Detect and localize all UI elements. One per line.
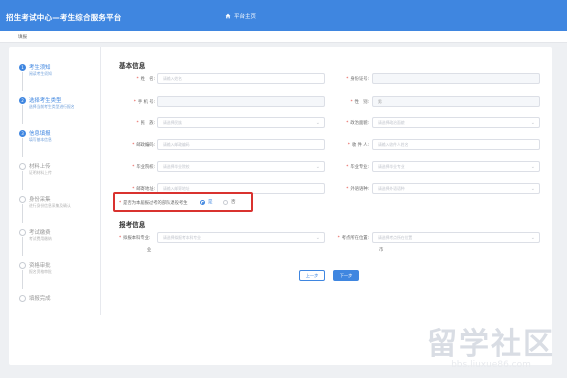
chevron-down-icon: ⌄	[530, 164, 535, 170]
home-icon	[225, 13, 231, 19]
main-panel: 1 考生须知 阅读考生须知 2 选择考生类型 选择当前考生类型进行报名 3 信息…	[9, 47, 552, 365]
exam-major-placeholder: 请选择拟报考本科专业	[163, 235, 201, 240]
postcode-label: * 邮政编码:	[132, 143, 155, 148]
postcode-input[interactable]: 请输入邮政编码	[157, 139, 325, 150]
step-desc: 阅读考生须知	[29, 71, 52, 76]
phone-input	[157, 96, 325, 107]
retired-no-label[interactable]: 否	[231, 199, 236, 205]
chevron-down-icon: ⌄	[315, 120, 320, 126]
step-dot	[19, 163, 26, 170]
app-title: 招生考试中心—考生综合服务平台	[6, 13, 122, 22]
chevron-down-icon: ⌄	[315, 164, 320, 170]
step-title: 考生须知	[29, 65, 51, 71]
step-title: 材料上传	[29, 164, 51, 170]
school-select[interactable]: 请选择毕业院校 ⌄	[157, 161, 325, 172]
retired-no-radio[interactable]	[223, 200, 228, 205]
chevron-down-icon: ⌄	[315, 235, 320, 241]
watermark-logo: 留学社区 bbs.liuxue86.com	[427, 327, 555, 371]
chevron-down-icon: ⌄	[530, 186, 535, 192]
top-bar: 招生考试中心—考生综合服务平台 平台主页	[0, 0, 567, 31]
prev-step-button[interactable]: 上一步	[299, 270, 325, 281]
step-title: 考试缴费	[29, 230, 51, 236]
step-connector	[22, 237, 23, 256]
step-dot	[19, 229, 26, 236]
major-label: * 毕业专业:	[346, 165, 369, 170]
language-placeholder: 请选择外语语种	[378, 186, 405, 191]
step-desc: 考试费用缴纳	[29, 236, 52, 241]
step-desc: 进行身份信息采集及确认	[29, 203, 71, 208]
politics-placeholder: 请选择政治面貌	[378, 120, 405, 125]
step-title: 资格审批	[29, 263, 51, 269]
step-dot	[19, 196, 26, 203]
home-link-label: 平台主页	[234, 14, 257, 20]
step-title: 填报完成	[29, 296, 51, 302]
step-sidebar: 1 考生须知 阅读考生须知 2 选择考生类型 选择当前考生类型进行报名 3 信息…	[9, 47, 101, 315]
exam-info-title: 报考信息	[119, 221, 146, 229]
exam-site-label: * 考点所在位置:	[337, 236, 369, 241]
id-number-label: * 身份证号:	[346, 77, 369, 82]
exam-site-placeholder: 请选择考点所在位置	[378, 235, 413, 240]
breadcrumb-current: 填报	[18, 35, 27, 40]
step-connector	[22, 171, 23, 190]
school-label: * 毕业院校:	[132, 165, 155, 170]
exam-major-suffix: 业	[147, 248, 152, 253]
step-desc: 选择当前考生类型进行报名	[29, 104, 75, 109]
step-dot	[19, 262, 26, 269]
id-number-input	[372, 73, 540, 84]
recipient-label: * 收 件 人:	[347, 143, 369, 148]
politics-label: * 政治面貌:	[346, 121, 369, 126]
exam-site-suffix: 市	[379, 248, 384, 253]
retired-yes-radio[interactable]	[200, 200, 205, 205]
breadcrumb: 填报	[0, 31, 567, 43]
step-connector	[22, 270, 23, 289]
retired-question: * 是否为本届报过考的部队退役考生	[119, 201, 188, 206]
step-title: 身份采集	[29, 197, 51, 203]
step-dot	[19, 295, 26, 302]
school-placeholder: 请选择毕业院校	[163, 164, 190, 169]
watermark-text: 留学社区	[427, 327, 555, 362]
exam-site-select[interactable]: 请选择考点所在位置 ⌄	[372, 232, 540, 243]
exam-major-select[interactable]: 请选择拟报考本科专业 ⌄	[157, 232, 325, 243]
gender-label: * 性 别:	[350, 100, 370, 105]
step-connector	[22, 138, 23, 157]
phone-label: * 手 机 号:	[133, 100, 155, 105]
step-number: 1	[21, 65, 24, 70]
ethnicity-select[interactable]: 请选择民族 ⌄	[157, 117, 325, 128]
major-select[interactable]: 请选择毕业专业 ⌄	[372, 161, 540, 172]
exam-major-label: * 拟报本科专业:	[119, 236, 151, 241]
gender-input: 男	[372, 96, 540, 107]
next-step-button[interactable]: 下一步	[333, 270, 359, 281]
step-number: 3	[21, 131, 24, 136]
ethnicity-placeholder: 请选择民族	[163, 120, 182, 125]
retired-yes-label[interactable]: 是	[208, 199, 213, 205]
step-connector	[22, 105, 23, 124]
step-number: 2	[21, 98, 24, 103]
name-label: * 姓 名:	[136, 77, 156, 82]
chevron-down-icon: ⌄	[530, 235, 535, 241]
language-select[interactable]: 请选择外语语种 ⌄	[372, 183, 540, 194]
step-desc: 报名资格审批	[29, 269, 52, 274]
politics-select[interactable]: 请选择政治面貌 ⌄	[372, 117, 540, 128]
recipient-input[interactable]: 请输入收件人姓名	[372, 139, 540, 150]
step-title: 信息填报	[29, 131, 51, 137]
step-connector	[22, 204, 23, 223]
name-input[interactable]: 请输入姓名	[157, 73, 325, 84]
step-connector	[22, 72, 23, 91]
chevron-down-icon: ⌄	[530, 120, 535, 126]
ethnicity-label: * 民 族:	[136, 121, 156, 126]
step-desc: 证明材料上传	[29, 170, 52, 175]
home-link[interactable]: 平台主页	[225, 12, 256, 20]
basic-info-title: 基本信息	[119, 62, 146, 70]
major-placeholder: 请选择毕业专业	[378, 164, 405, 169]
step-desc: 填写基本信息	[29, 137, 52, 142]
language-label: * 外语语种:	[346, 187, 369, 192]
step-title: 选择考生类型	[29, 98, 62, 104]
